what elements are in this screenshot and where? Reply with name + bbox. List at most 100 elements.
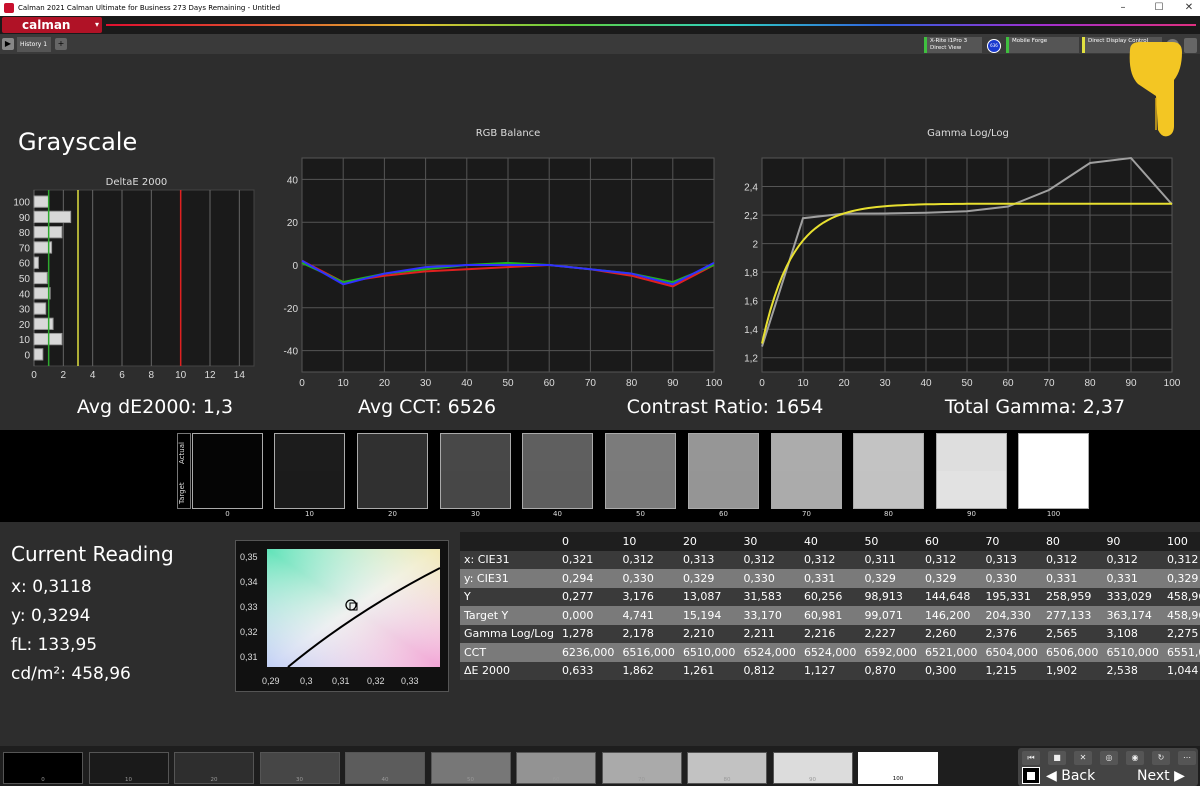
bottom-swatch[interactable]: 20 <box>174 752 254 784</box>
cie-xtick: 0,31 <box>332 676 350 686</box>
table-cell: 4,741 <box>618 606 679 625</box>
target-icon[interactable]: ◎ <box>1100 751 1118 765</box>
grayscale-swatch[interactable] <box>688 433 759 509</box>
more-icon[interactable]: ⋯ <box>1178 751 1196 765</box>
grayscale-swatch[interactable] <box>274 433 345 509</box>
grayscale-swatch[interactable] <box>192 433 263 509</box>
reading-cdm2: cd/m²: 458,96 <box>11 664 131 684</box>
swatch-target <box>689 471 758 508</box>
table-cell: 1,902 <box>1041 661 1103 680</box>
tab-history-1[interactable]: History 1 <box>17 37 51 52</box>
swatch-actual <box>606 434 675 471</box>
table-cell: 258,959 <box>1041 587 1103 606</box>
table-header-row: 0 10 20 30 40 50 60 70 80 90 100 <box>460 532 1200 551</box>
table-cell: CCT <box>460 643 558 662</box>
deltae-bar <box>33 271 48 285</box>
calman-menu-button[interactable]: calman ▾ <box>2 17 102 33</box>
logo-bar: calman ▾ <box>0 16 1200 34</box>
table-cell: 333,029 <box>1102 587 1163 606</box>
table-cell: 6521,000 <box>920 643 982 662</box>
bottom-swatch-label: 60 <box>552 777 560 783</box>
back-button[interactable]: ◀ Back <box>1046 768 1095 784</box>
minimize-icon[interactable]: – <box>1115 2 1131 14</box>
table-cell: x: CIE31 <box>460 550 558 569</box>
bottom-swatch[interactable]: 50 <box>430 752 511 784</box>
table-cell: 0,311 <box>860 550 921 569</box>
skip-back-icon[interactable]: ⏮ <box>1022 751 1040 765</box>
y-tick-label: 80 <box>19 228 31 239</box>
grayscale-swatch[interactable] <box>853 433 924 509</box>
grayscale-swatch[interactable] <box>605 433 676 509</box>
bottom-swatch[interactable]: 40 <box>345 752 425 784</box>
table-header-cell: 60 <box>920 532 982 551</box>
bottom-swatch-label: 100 <box>892 776 904 782</box>
table-cell: 0,331 <box>799 569 861 588</box>
y-tick-label: 2,4 <box>744 183 758 194</box>
table-cell: 0,812 <box>739 661 800 680</box>
x-tick-label: 40 <box>461 378 473 389</box>
bottom-swatch[interactable]: 60 <box>516 752 596 784</box>
x-tick-label: 50 <box>502 378 514 389</box>
bottom-swatch[interactable]: 30 <box>259 752 340 784</box>
x-tick-label: 60 <box>1002 378 1014 389</box>
grayscale-swatch[interactable] <box>771 433 842 509</box>
refresh-icon[interactable]: ↻ <box>1152 751 1170 765</box>
x-tick-label: 12 <box>204 370 216 381</box>
x-tick-label: 0 <box>299 378 305 389</box>
app-icon <box>4 3 14 13</box>
play-icon[interactable]: ▶ <box>2 38 14 50</box>
swatch-label: 90 <box>967 510 976 518</box>
next-button[interactable]: Next ▶ <box>1137 768 1185 784</box>
device-status-icon[interactable]: 636 <box>987 39 1001 53</box>
view-icon[interactable]: ◉ <box>1126 751 1144 765</box>
bottom-swatch[interactable]: 10 <box>88 752 169 784</box>
x-tick-label: 0 <box>31 370 37 381</box>
table-cell: 2,216 <box>799 624 861 643</box>
maximize-icon[interactable]: ☐ <box>1151 2 1167 14</box>
pointing-hand-icon <box>1129 42 1182 137</box>
table-cell: 146,200 <box>920 606 982 625</box>
stop-square-button[interactable] <box>1022 767 1040 784</box>
device-meter[interactable]: X-Rite i1Pro 3 Direct View <box>924 37 982 53</box>
deltae-bar <box>33 302 47 315</box>
x-tick-label: 6 <box>119 370 125 381</box>
add-tab-icon[interactable]: + <box>55 38 67 50</box>
table-header-cell: 70 <box>981 532 1042 551</box>
close-icon[interactable]: ✕ <box>1181 2 1197 14</box>
table-cell: 99,071 <box>860 606 921 625</box>
bottom-swatch-label: 70 <box>638 777 645 783</box>
swatch-label: 50 <box>636 510 645 518</box>
table-cell: 15,194 <box>678 606 740 625</box>
deltae-bar <box>33 210 72 224</box>
bottom-swatch[interactable]: 70 <box>601 752 682 784</box>
delete-icon[interactable]: ✕ <box>1074 751 1092 765</box>
stop-icon[interactable]: ■ <box>1048 751 1066 765</box>
y-tick-label: 70 <box>19 243 31 254</box>
bottom-swatch[interactable]: 90 <box>772 752 853 784</box>
grayscale-swatch[interactable] <box>522 433 593 509</box>
grayscale-swatch[interactable] <box>357 433 428 509</box>
table-cell: 6551,000 <box>1162 643 1200 662</box>
grayscale-swatch[interactable] <box>936 433 1007 509</box>
device-source[interactable]: Mobile Forge <box>1006 37 1079 53</box>
x-tick-label: 90 <box>667 378 679 389</box>
x-tick-label: 50 <box>961 378 973 389</box>
swatch-actual <box>523 434 592 471</box>
x-tick-label: 20 <box>838 378 850 389</box>
bottom-swatch[interactable]: 100 <box>858 752 938 784</box>
bottom-swatch[interactable]: 0 <box>3 752 83 784</box>
table-cell: 6524,000 <box>739 643 800 662</box>
table-header-cell <box>460 532 558 551</box>
table-cell: 0,277 <box>557 587 619 606</box>
x-tick-label: 100 <box>1164 378 1181 389</box>
table-cell: 277,133 <box>1041 606 1103 625</box>
grayscale-swatch[interactable] <box>1018 433 1089 509</box>
table-header-cell: 10 <box>618 532 679 551</box>
reading-x: x: 0,3118 <box>11 577 92 597</box>
swatch-target <box>523 471 592 508</box>
swatch-actual <box>275 434 344 471</box>
bottom-swatch[interactable]: 80 <box>687 752 767 784</box>
table-cell: Target Y <box>460 606 558 625</box>
grayscale-swatch[interactable] <box>440 433 511 509</box>
y-tick-label: 2 <box>752 240 758 251</box>
